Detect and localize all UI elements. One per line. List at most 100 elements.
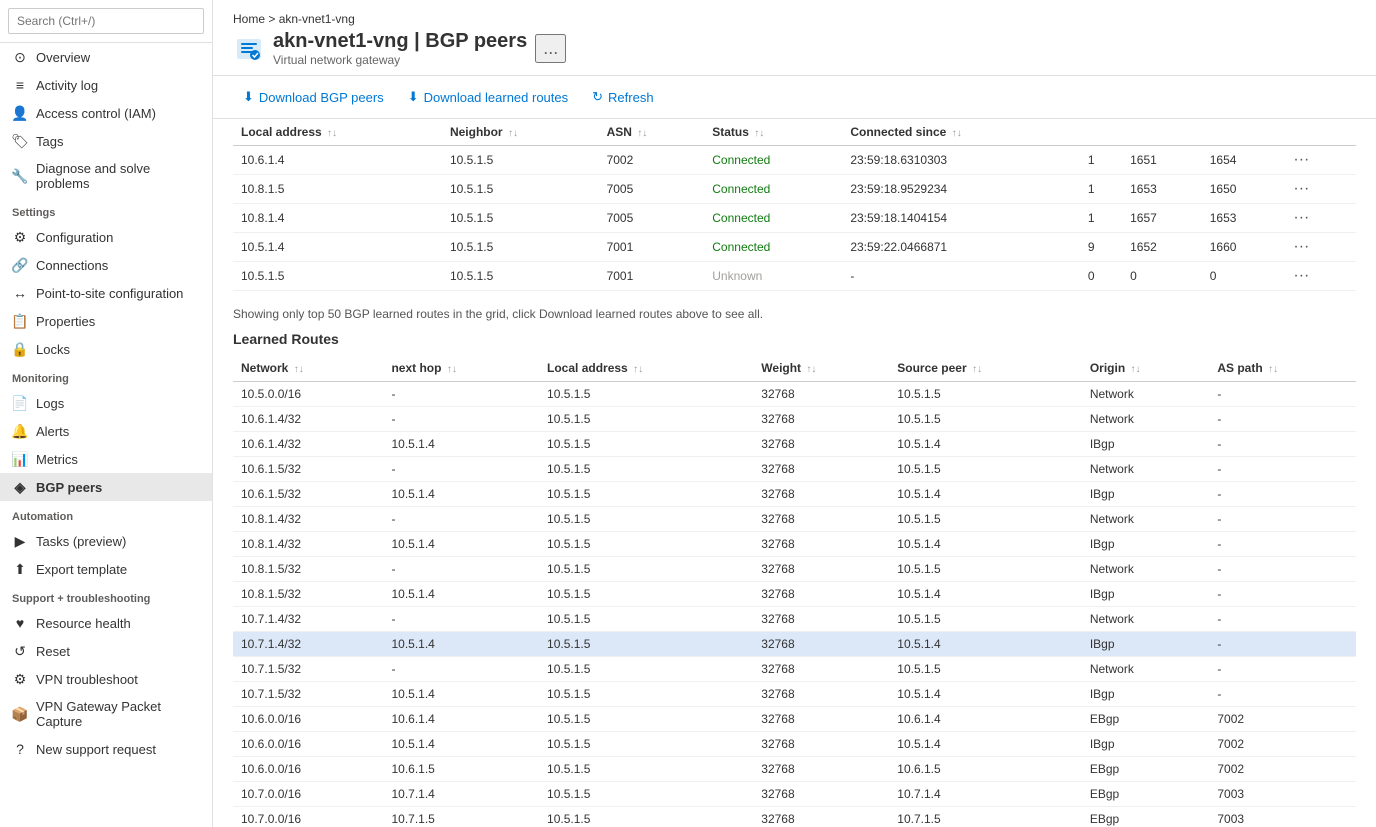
lr-col-origin[interactable]: Origin ↑↓ bbox=[1082, 355, 1210, 382]
sidebar-item-diagnose[interactable]: 🔧Diagnose and solve problems bbox=[0, 155, 212, 197]
export-template-icon: ⬆ bbox=[12, 561, 28, 577]
sidebar-item-metrics[interactable]: 📊Metrics bbox=[0, 445, 212, 473]
lr-cell-as-path: - bbox=[1209, 457, 1356, 482]
sidebar-item-logs[interactable]: 📄Logs bbox=[0, 389, 212, 417]
sidebar-item-reset[interactable]: ↺Reset bbox=[0, 637, 212, 665]
sidebar-item-vpn-gateway-packet[interactable]: 📦VPN Gateway Packet Capture bbox=[0, 693, 212, 735]
sidebar-item-resource-health[interactable]: ♥Resource health bbox=[0, 609, 212, 637]
table-row: 10.6.1.4 10.5.1.5 7002 Connected 23:59:1… bbox=[233, 146, 1356, 175]
table-row: 10.7.1.4/32 - 10.5.1.5 32768 10.5.1.5 Ne… bbox=[233, 607, 1356, 632]
cell-asn: 7005 bbox=[599, 204, 705, 233]
lr-cell-network: 10.8.1.4/32 bbox=[233, 532, 383, 557]
row-menu-button[interactable]: ··· bbox=[1289, 180, 1313, 198]
sidebar-item-configuration[interactable]: ⚙Configuration bbox=[0, 223, 212, 251]
cell-routes-received: 1 bbox=[1080, 146, 1122, 175]
cell-neighbor: 10.5.1.5 bbox=[442, 262, 599, 291]
lr-cell-network: 10.5.0.0/16 bbox=[233, 382, 383, 407]
sidebar-item-new-support[interactable]: ?New support request bbox=[0, 735, 212, 763]
table-row: 10.8.1.4 10.5.1.5 7005 Connected 23:59:1… bbox=[233, 204, 1356, 233]
lr-cell-weight: 32768 bbox=[753, 607, 889, 632]
search-input[interactable] bbox=[8, 8, 204, 34]
sidebar-item-export-template[interactable]: ⬆Export template bbox=[0, 555, 212, 583]
sidebar-item-access-control[interactable]: 👤Access control (IAM) bbox=[0, 99, 212, 127]
sidebar-label-alerts: Alerts bbox=[36, 424, 69, 439]
cell-routes-received: 0 bbox=[1080, 262, 1122, 291]
sidebar-item-tags[interactable]: 🏷Tags bbox=[0, 127, 212, 155]
overview-icon: ⊙ bbox=[12, 49, 28, 65]
lr-cell-weight: 32768 bbox=[753, 482, 889, 507]
lr-col-as-path[interactable]: AS path ↑↓ bbox=[1209, 355, 1356, 382]
sidebar-item-properties[interactable]: 📋Properties bbox=[0, 307, 212, 335]
row-menu-button[interactable]: ··· bbox=[1289, 151, 1313, 169]
lr-cell-origin: EBgp bbox=[1082, 707, 1210, 732]
page-subtitle: Virtual network gateway bbox=[273, 53, 527, 67]
col-routes-received[interactable] bbox=[1080, 119, 1122, 146]
sidebar-label-p2s-config: Point-to-site configuration bbox=[36, 286, 183, 301]
download-routes-button[interactable]: ⬇ Download learned routes bbox=[398, 84, 578, 110]
row-menu-button[interactable]: ··· bbox=[1289, 238, 1313, 256]
sidebar-item-locks[interactable]: 🔒Locks bbox=[0, 335, 212, 363]
sidebar-item-vpn-troubleshoot[interactable]: ⚙VPN troubleshoot bbox=[0, 665, 212, 693]
sidebar-label-tags: Tags bbox=[36, 134, 63, 149]
col-connected-since[interactable]: Connected since ↑↓ bbox=[842, 119, 1080, 146]
sidebar-item-tasks[interactable]: ▶Tasks (preview) bbox=[0, 527, 212, 555]
lr-cell-nexthop: 10.5.1.4 bbox=[383, 582, 539, 607]
refresh-icon: ↻ bbox=[592, 89, 603, 105]
col-neighbor[interactable]: Neighbor ↑↓ bbox=[442, 119, 599, 146]
col-status[interactable]: Status ↑↓ bbox=[704, 119, 842, 146]
row-menu-button[interactable]: ··· bbox=[1289, 267, 1313, 285]
sidebar-section-support-+-troubleshooting: Support + troubleshooting bbox=[0, 583, 212, 609]
col-local-address[interactable]: Local address ↑↓ bbox=[233, 119, 442, 146]
lr-cell-source-peer: 10.5.1.4 bbox=[889, 482, 1082, 507]
sidebar-item-alerts[interactable]: 🔔Alerts bbox=[0, 417, 212, 445]
lr-col-local-addr[interactable]: Local address ↑↓ bbox=[539, 355, 753, 382]
sidebar-label-logs: Logs bbox=[36, 396, 64, 411]
cell-msg-sent: 1657 bbox=[1122, 204, 1202, 233]
lr-cell-origin: Network bbox=[1082, 457, 1210, 482]
lr-cell-weight: 32768 bbox=[753, 457, 889, 482]
lr-cell-local-addr: 10.5.1.5 bbox=[539, 757, 753, 782]
page-title: akn-vnet1-vng | BGP peers bbox=[273, 30, 527, 53]
lr-cell-as-path: - bbox=[1209, 607, 1356, 632]
sidebar-item-bgp-peers[interactable]: ◈BGP peers bbox=[0, 473, 212, 501]
resource-health-icon: ♥ bbox=[12, 615, 28, 631]
lr-cell-weight: 32768 bbox=[753, 432, 889, 457]
sidebar-item-overview[interactable]: ⊙Overview bbox=[0, 43, 212, 71]
download-bgp-button[interactable]: ⬇ Download BGP peers bbox=[233, 84, 394, 110]
lr-cell-local-addr: 10.5.1.5 bbox=[539, 632, 753, 657]
cell-msg-received: 0 bbox=[1202, 262, 1282, 291]
cell-connected-since: - bbox=[842, 262, 1080, 291]
lr-cell-local-addr: 10.5.1.5 bbox=[539, 457, 753, 482]
lr-col-network[interactable]: Network ↑↓ bbox=[233, 355, 383, 382]
vpn-troubleshoot-icon: ⚙ bbox=[12, 671, 28, 687]
lr-cell-as-path: - bbox=[1209, 532, 1356, 557]
lr-cell-nexthop: - bbox=[383, 407, 539, 432]
sidebar-item-p2s-config[interactable]: ↔ Point-to-site configuration bbox=[0, 279, 212, 307]
lr-cell-local-addr: 10.5.1.5 bbox=[539, 782, 753, 807]
cell-asn: 7001 bbox=[599, 233, 705, 262]
sidebar-label-configuration: Configuration bbox=[36, 230, 113, 245]
col-asn[interactable]: ASN ↑↓ bbox=[599, 119, 705, 146]
sidebar-label-new-support: New support request bbox=[36, 742, 156, 757]
lr-cell-network: 10.6.0.0/16 bbox=[233, 732, 383, 757]
lr-col-weight[interactable]: Weight ↑↓ bbox=[753, 355, 889, 382]
lr-col-nexthop[interactable]: next hop ↑↓ bbox=[383, 355, 539, 382]
col-msg-sent[interactable] bbox=[1122, 119, 1202, 146]
ellipsis-button[interactable]: ... bbox=[535, 34, 566, 63]
lr-cell-network: 10.7.0.0/16 bbox=[233, 782, 383, 807]
lr-col-source-peer[interactable]: Source peer ↑↓ bbox=[889, 355, 1082, 382]
p2s-config-icon: ↔ bbox=[12, 285, 28, 301]
page-header: Home > akn-vnet1-vng akn-vnet1-vng | BGP… bbox=[213, 0, 1376, 76]
refresh-button[interactable]: ↻ Refresh bbox=[582, 84, 663, 110]
breadcrumb-home[interactable]: Home bbox=[233, 12, 265, 26]
lr-cell-nexthop: 10.6.1.4 bbox=[383, 707, 539, 732]
row-menu-button[interactable]: ··· bbox=[1289, 209, 1313, 227]
lr-cell-weight: 32768 bbox=[753, 407, 889, 432]
lr-cell-nexthop: 10.5.1.4 bbox=[383, 532, 539, 557]
col-msg-received[interactable] bbox=[1202, 119, 1282, 146]
sidebar-item-connections[interactable]: 🔗Connections bbox=[0, 251, 212, 279]
sidebar-item-activity-log[interactable]: ≡Activity log bbox=[0, 71, 212, 99]
sidebar-label-vpn-gateway-packet: VPN Gateway Packet Capture bbox=[36, 699, 200, 729]
download-bgp-icon: ⬇ bbox=[243, 89, 254, 105]
lr-cell-nexthop: 10.5.1.4 bbox=[383, 732, 539, 757]
